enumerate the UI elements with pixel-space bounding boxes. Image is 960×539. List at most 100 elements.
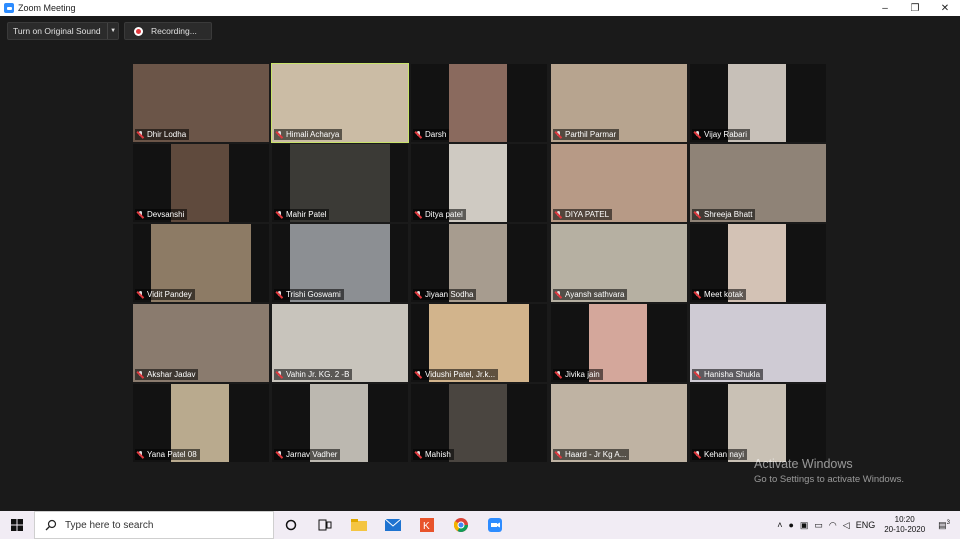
- participant-name-label: Vijay Rabari: [692, 129, 750, 140]
- mail-icon[interactable]: [376, 511, 410, 539]
- participant-name: Himali Acharya: [286, 130, 340, 139]
- participant-name-label: DIYA PATEL: [553, 209, 613, 220]
- chrome-icon[interactable]: [444, 511, 478, 539]
- participant-name-label: Parthil Parmar: [553, 129, 620, 140]
- volume-icon[interactable]: ◁: [843, 520, 850, 531]
- language-indicator[interactable]: ENG: [856, 520, 876, 530]
- minimize-button[interactable]: –: [870, 0, 900, 16]
- participant-tile[interactable]: Himali Acharya: [271, 63, 409, 143]
- participant-name: Akshar Jadav: [147, 370, 196, 379]
- watermark-subtitle: Go to Settings to activate Windows.: [754, 474, 904, 485]
- screen-share-icon[interactable]: ▣: [800, 520, 809, 531]
- participant-name-label: Shreeja Bhatt: [692, 209, 756, 220]
- participant-name: Kehan nayi: [704, 450, 745, 459]
- participant-tile[interactable]: Hanisha Shukla: [690, 304, 826, 382]
- participant-tile[interactable]: Dhir Lodha: [133, 64, 269, 142]
- participant-tile[interactable]: Mahir Patel: [272, 144, 408, 222]
- participant-video: [449, 64, 507, 142]
- participant-tile[interactable]: Yana Patel 08: [133, 384, 269, 462]
- muted-mic-icon: [276, 370, 283, 379]
- muted-mic-icon: [555, 290, 562, 299]
- participant-tile[interactable]: Vahin Jr. KG. 2 -B: [272, 304, 408, 382]
- chevron-down-icon[interactable]: ▼: [107, 23, 118, 39]
- muted-mic-icon: [137, 290, 144, 299]
- participant-tile[interactable]: Ayansh sathvara: [551, 224, 687, 302]
- muted-mic-icon: [276, 130, 283, 139]
- office-icon[interactable]: K: [410, 511, 444, 539]
- participant-name: Darsh: [425, 130, 447, 139]
- participant-tile[interactable]: Akshar Jadav: [133, 304, 269, 382]
- taskbar: Type here to search K ˄ ● ▣ ▭ ◠ ◁ ENG 10…: [0, 511, 960, 539]
- muted-mic-icon: [415, 130, 422, 139]
- participant-name-label: Kehan nayi: [692, 449, 748, 460]
- participant-tile[interactable]: DIYA PATEL: [551, 144, 687, 222]
- original-sound-button[interactable]: Turn on Original Sound ▼: [7, 22, 119, 40]
- recording-indicator[interactable]: Recording...: [124, 22, 212, 40]
- muted-mic-icon: [415, 210, 422, 219]
- windows-start-button[interactable]: [0, 511, 34, 539]
- participant-name: Trishi Goswami: [286, 290, 341, 299]
- battery-icon[interactable]: ▭: [814, 520, 823, 531]
- muted-mic-icon: [694, 290, 701, 299]
- notification-count: 3: [946, 519, 950, 526]
- participant-name-label: Jarnav Vadher: [274, 449, 341, 460]
- participant-tile[interactable]: Vijay Rabari: [690, 64, 826, 142]
- participant-name: Vidit Pandey: [147, 290, 192, 299]
- close-button[interactable]: ✕: [930, 0, 960, 16]
- windows-logo-icon: [11, 519, 23, 531]
- muted-mic-icon: [694, 450, 701, 459]
- participant-name-label: Ditya patel: [413, 209, 466, 220]
- participant-tile[interactable]: Darsh: [411, 64, 547, 142]
- notification-icon[interactable]: ▤3: [938, 520, 950, 531]
- participant-video: [449, 384, 507, 462]
- participant-tile[interactable]: Devsanshi: [133, 144, 269, 222]
- participant-name: Parthil Parmar: [565, 130, 617, 139]
- clock[interactable]: 10:20 20-10-2020: [884, 515, 925, 535]
- cortana-icon[interactable]: [274, 511, 308, 539]
- muted-mic-icon: [137, 370, 144, 379]
- participant-tile[interactable]: Meet kotak: [690, 224, 826, 302]
- participant-tile[interactable]: Jarnav Vadher: [272, 384, 408, 462]
- muted-mic-icon: [137, 450, 144, 459]
- participant-name: Jiyaan Sodha: [425, 290, 474, 299]
- participant-name: Jarnav Vadher: [286, 450, 338, 459]
- meeting-toolbar: Turn on Original Sound ▼ Recording...: [0, 16, 960, 44]
- participant-tile[interactable]: Kehan nayi: [690, 384, 826, 462]
- muted-mic-icon: [694, 370, 701, 379]
- task-view-icon[interactable]: [308, 511, 342, 539]
- participant-name-label: Mahir Patel: [274, 209, 330, 220]
- title-bar: Zoom Meeting – ❐ ✕: [0, 0, 960, 16]
- original-sound-label: Turn on Original Sound: [13, 26, 101, 36]
- participant-tile[interactable]: Haard - Jr Kg A...: [551, 384, 687, 462]
- zoom-app-icon: [4, 3, 14, 13]
- participant-tile[interactable]: Ditya patel: [411, 144, 547, 222]
- participant-tile[interactable]: Shreeja Bhatt: [690, 144, 826, 222]
- microphone-icon[interactable]: ●: [788, 520, 793, 530]
- participant-name-label: Dhir Lodha: [135, 129, 190, 140]
- participant-name: DIYA PATEL: [565, 210, 610, 219]
- wifi-icon[interactable]: ◠: [829, 520, 837, 531]
- search-placeholder: Type here to search: [65, 519, 154, 531]
- muted-mic-icon: [137, 130, 144, 139]
- participant-tile[interactable]: Jiyaan Sodha: [411, 224, 547, 302]
- participant-name-label: Akshar Jadav: [135, 369, 199, 380]
- participant-tile[interactable]: Vidushi Patel, Jr.k...: [411, 304, 547, 382]
- participant-tile[interactable]: Parthil Parmar: [551, 64, 687, 142]
- muted-mic-icon: [415, 370, 422, 379]
- taskbar-search-box[interactable]: Type here to search: [34, 511, 274, 539]
- chevron-up-icon[interactable]: ˄: [777, 520, 782, 530]
- participant-tile[interactable]: Vidit Pandey: [133, 224, 269, 302]
- file-explorer-icon[interactable]: [342, 511, 376, 539]
- participant-name-label: Himali Acharya: [274, 129, 343, 140]
- participant-tile[interactable]: Jivika jain: [551, 304, 687, 382]
- record-icon: [134, 26, 143, 36]
- participant-name-label: Yana Patel 08: [135, 449, 200, 460]
- participant-name: Vahin Jr. KG. 2 -B: [286, 370, 350, 379]
- svg-text:K: K: [423, 521, 430, 532]
- participant-tile[interactable]: Trishi Goswami: [272, 224, 408, 302]
- muted-mic-icon: [415, 450, 422, 459]
- zoom-taskbar-icon[interactable]: [478, 511, 512, 539]
- maximize-button[interactable]: ❐: [900, 0, 930, 16]
- participant-tile[interactable]: Mahish: [411, 384, 547, 462]
- participant-name-label: Trishi Goswami: [274, 289, 344, 300]
